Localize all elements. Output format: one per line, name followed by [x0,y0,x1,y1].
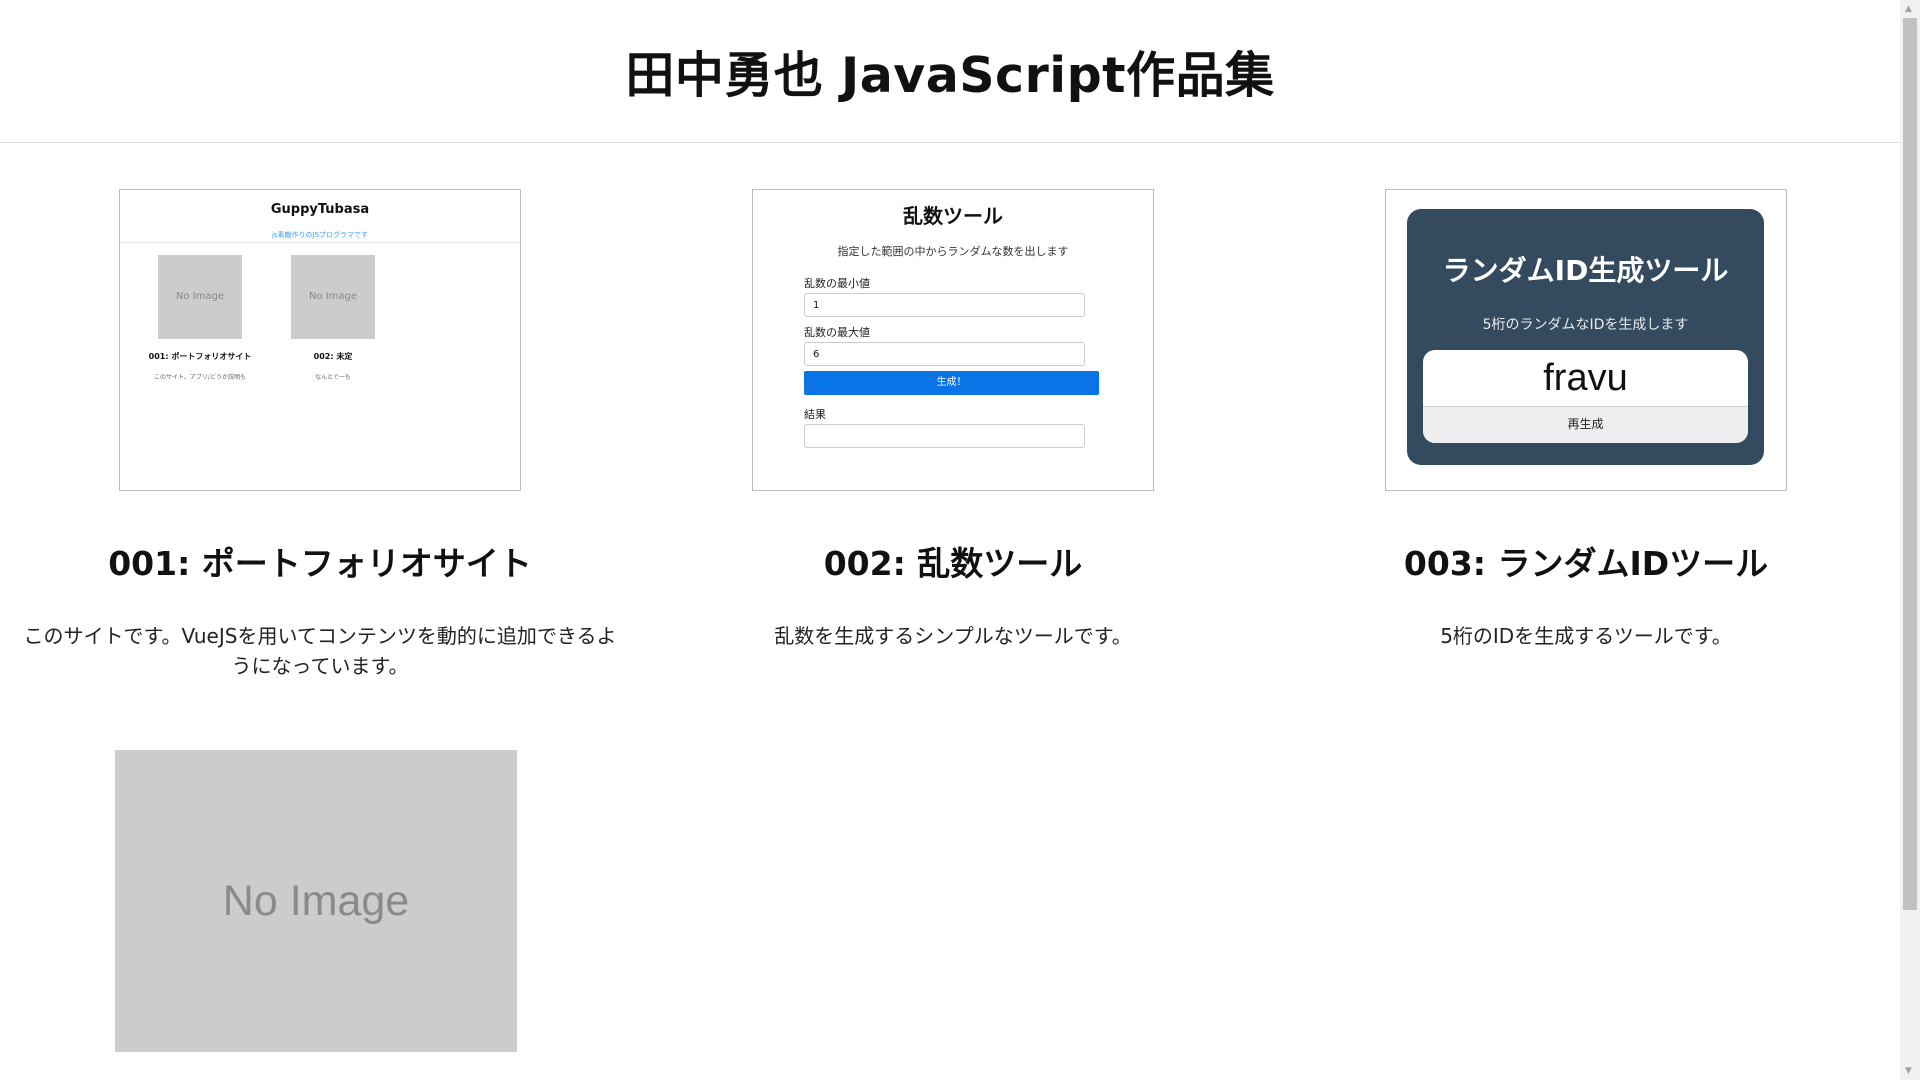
preview-divider [120,242,520,243]
preview-item-image: No Image [158,255,242,339]
preview-site-title: GuppyTubasa [270,202,370,217]
preview-item: No Image 002: 未定 なんとでーも [278,255,388,381]
preview-item-caption: 002: 未定 [313,352,353,361]
preview-id-panel: ランダムID生成ツール 5桁のランダムなIDを生成します fravu 再生成 [1407,209,1764,465]
preview-tool-description: 指定した範囲の中からランダムな数を出します [837,245,1069,258]
preview-item-image: No Image [291,255,375,339]
preview-max-label: 乱数の最大値 [804,326,870,339]
preview-min-input: 1 [804,293,1085,317]
preview-item: No Image 001: ポートフォリオサイト このサイト。アプリ/どうか説明… [145,255,255,381]
preview-min-label: 乱数の最小値 [804,277,870,290]
preview-generate-button: 生成！ [804,371,1099,395]
preview-id-title: ランダムID生成ツール [1442,254,1729,287]
page-title: 田中勇也 JavaScript作品集 [625,47,1275,104]
scrollbar-thumb[interactable] [1903,18,1917,910]
page-header: 田中勇也 JavaScript作品集 [0,0,1900,143]
preview-max-input: 6 [804,342,1085,366]
work-thumbnail-002[interactable]: 乱数ツール 指定した範囲の中からランダムな数を出します 乱数の最小値 1 乱数の… [752,189,1154,491]
preview-result-field [804,424,1085,448]
work-description: 乱数を生成するシンプルなツールです。 [774,624,1132,648]
work-card-002: 乱数ツール 指定した範囲の中からランダムな数を出します 乱数の最小値 1 乱数の… [633,189,1273,651]
work-thumbnail-003[interactable]: ランダムID生成ツール 5桁のランダムなIDを生成します fravu 再生成 [1385,189,1787,491]
work-card-001: GuppyTubasa js素敵作りのJSプログラマです No Image 00… [0,189,640,681]
preview-tool-title: 乱数ツール [903,204,1003,228]
preview-id-value: fravu [1543,357,1628,399]
preview-item-caption: 001: ポートフォリオサイト [148,352,252,361]
preview-item-desc: このサイト。アプリ/どうか説明も [154,374,246,381]
scroll-down-arrow-icon[interactable]: ▼ [1905,1066,1912,1076]
work-card-003: ランダムID生成ツール 5桁のランダムなIDを生成します fravu 再生成 0… [1266,189,1906,651]
preview-regenerate-button: 再生成 [1423,406,1748,443]
preview-item-desc: なんとでーも [315,374,351,381]
work-title[interactable]: 001: ポートフォリオサイト [0,537,640,585]
work-description: 5桁のIDを生成するツールです。 [1440,624,1732,648]
preview-id-box: fravu 再生成 [1423,350,1748,443]
work-description: このサイトです。VueJSを用いてコンテンツを動的に追加できるようになっています… [23,624,617,678]
work-thumbnail-004[interactable]: No Image [115,750,517,1052]
page-scrollbar[interactable]: ▲ ▼ [1900,0,1920,1080]
work-thumbnail-001[interactable]: GuppyTubasa js素敵作りのJSプログラマです No Image 00… [119,189,521,491]
work-title[interactable]: 003: ランダムIDツール [1266,537,1906,585]
preview-id-description: 5桁のランダムなIDを生成します [1482,317,1689,333]
work-title[interactable]: 002: 乱数ツール [633,537,1273,585]
preview-site-subtitle: js素敵作りのJSプログラマです [271,231,369,239]
scroll-up-arrow-icon[interactable]: ▲ [1905,4,1912,14]
preview-result-label: 結果 [804,408,826,421]
